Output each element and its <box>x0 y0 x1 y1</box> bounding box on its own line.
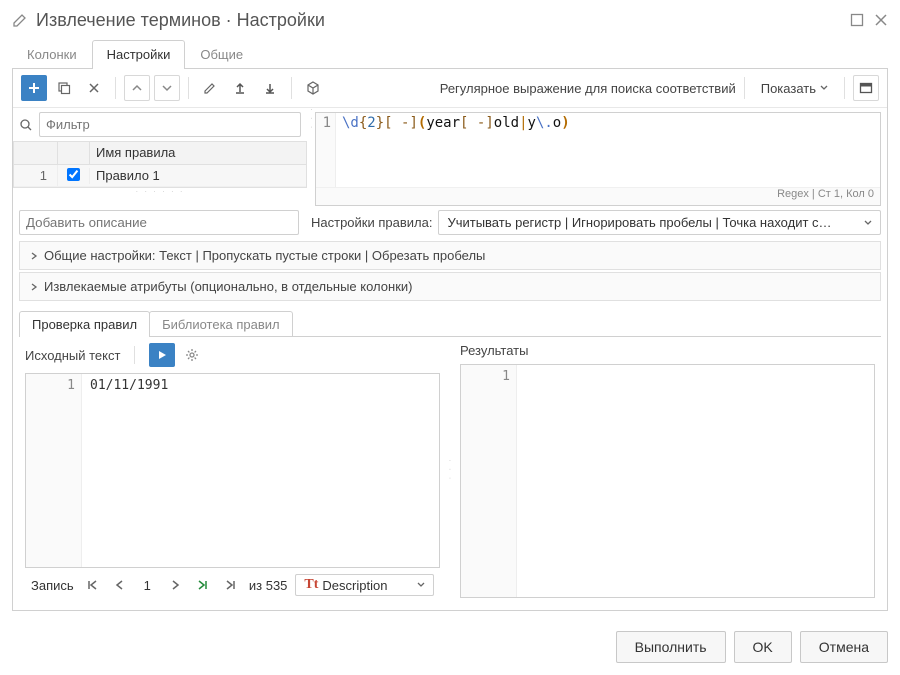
last-record-button[interactable] <box>221 579 241 591</box>
regex-status: Regex | Ст 1, Кол 0 <box>316 187 880 205</box>
test-area: Исходный текст 1 01/11/1991 Запись <box>19 336 881 604</box>
source-text-label: Исходный текст <box>25 348 120 363</box>
tab-rule-library[interactable]: Библиотека правил <box>149 311 293 337</box>
text-type-icon: Tt <box>304 577 318 593</box>
row-index: 1 <box>14 165 58 186</box>
move-up-button[interactable] <box>124 75 150 101</box>
chevron-right-icon <box>30 252 38 260</box>
source-text-column: Исходный текст 1 01/11/1991 Запись <box>19 337 446 604</box>
source-text-value: 01/11/1991 <box>84 374 439 397</box>
tab-settings[interactable]: Настройки <box>92 40 186 68</box>
rules-filter-input[interactable] <box>39 112 301 137</box>
regex-line-no: 1 <box>316 113 336 187</box>
results-column: Результаты 1 <box>454 337 881 604</box>
cancel-button[interactable]: Отмена <box>800 631 888 663</box>
regex-label: Регулярное выражение для поиска соответс… <box>440 81 736 96</box>
content-panel: Регулярное выражение для поиска соответс… <box>12 68 888 611</box>
rule-settings-dropdown[interactable]: Учитывать регистр | Игнорировать пробелы… <box>438 210 881 235</box>
rules-regex-split: Имя правила 1 Правило 1 · · · · · · · · … <box>13 108 887 210</box>
tab-check-rules[interactable]: Проверка правил <box>19 311 150 337</box>
titlebar: Извлечение терминов · Настройки <box>0 0 900 40</box>
cube-icon[interactable] <box>300 75 326 101</box>
layout-toggle-icon[interactable] <box>853 75 879 101</box>
move-down-button[interactable] <box>154 75 180 101</box>
main-tabs: Колонки Настройки Общие <box>0 40 900 69</box>
record-column-value: Description <box>322 578 413 593</box>
rule-settings-label: Настройки правила: <box>305 215 432 230</box>
first-record-button[interactable] <box>82 579 102 591</box>
next-record-button[interactable] <box>167 580 185 590</box>
app-window: Извлечение терминов · Настройки Колонки … <box>0 0 900 675</box>
rule-description-input[interactable] <box>19 210 299 235</box>
record-column-selector[interactable]: Tt Description <box>295 574 434 596</box>
rule-name: Правило 1 <box>90 165 306 186</box>
results-viewer: 1 <box>460 364 875 598</box>
search-icon <box>19 118 33 132</box>
regex-editor[interactable]: 1 \d{2}[ -](year[ -]old|y\.o) Regex | Ст… <box>315 112 881 206</box>
window-title: Извлечение терминов · Настройки <box>36 10 850 31</box>
edit-icon-button[interactable] <box>197 75 223 101</box>
test-settings-icon[interactable] <box>185 348 199 362</box>
maximize-icon[interactable] <box>850 13 864 27</box>
chevron-down-icon <box>864 219 872 227</box>
tab-columns[interactable]: Колонки <box>12 40 92 68</box>
rules-header-name: Имя правила <box>90 142 306 164</box>
delete-rule-button[interactable] <box>81 75 107 101</box>
chevron-down-icon <box>820 84 828 92</box>
source-line-no: 1 <box>26 374 82 567</box>
ok-button[interactable]: OK <box>734 631 792 663</box>
record-label: Запись <box>31 578 74 593</box>
resize-handle-vertical[interactable]: · · · <box>446 337 454 604</box>
edit-icon <box>12 12 28 28</box>
chevron-right-icon <box>30 283 38 291</box>
run-test-button[interactable] <box>149 343 175 367</box>
tab-general[interactable]: Общие <box>185 40 258 68</box>
rules-toolbar: Регулярное выражение для поиска соответс… <box>13 69 887 108</box>
description-row: Настройки правила: Учитывать регистр | И… <box>13 210 887 241</box>
dialog-footer: Выполнить OK Отмена <box>0 623 900 675</box>
source-text-editor[interactable]: 1 01/11/1991 <box>25 373 440 568</box>
table-row[interactable]: 1 Правило 1 <box>14 165 306 187</box>
regex-text: \d{2}[ -](year[ -]old|y\.o) <box>338 113 880 133</box>
results-label: Результаты <box>460 343 528 358</box>
resize-handle-vertical[interactable]: · · · <box>307 108 315 210</box>
upload-icon[interactable] <box>227 75 253 101</box>
general-settings-collapse[interactable]: Общие настройки: Текст | Пропускать пуст… <box>19 241 881 270</box>
resize-handle-horizontal[interactable]: · · · · · · <box>13 188 307 196</box>
prev-record-button[interactable] <box>110 580 128 590</box>
record-total: из 535 <box>249 578 288 593</box>
next-different-record-button[interactable] <box>193 579 213 591</box>
show-dropdown[interactable]: Показать <box>753 79 836 98</box>
download-icon[interactable] <box>257 75 283 101</box>
rule-settings-value: Учитывать регистр | Игнорировать пробелы… <box>447 215 831 230</box>
show-label: Показать <box>761 81 816 96</box>
extracted-attributes-collapse[interactable]: Извлекаемые атрибуты (опционально, в отд… <box>19 272 881 301</box>
rules-table: Имя правила 1 Правило 1 <box>13 141 307 188</box>
lower-tabs: Проверка правил Библиотека правил <box>19 311 881 337</box>
record-navigator: Запись 1 <box>25 568 440 598</box>
record-current: 1 <box>136 578 159 593</box>
close-icon[interactable] <box>874 13 888 27</box>
run-button[interactable]: Выполнить <box>616 631 726 663</box>
results-line-no: 1 <box>461 365 517 597</box>
chevron-down-icon <box>417 581 425 589</box>
rules-pane: Имя правила 1 Правило 1 · · · · · · <box>13 108 307 210</box>
add-rule-button[interactable] <box>21 75 47 101</box>
rule-enabled-checkbox[interactable] <box>67 168 80 181</box>
copy-rule-button[interactable] <box>51 75 77 101</box>
